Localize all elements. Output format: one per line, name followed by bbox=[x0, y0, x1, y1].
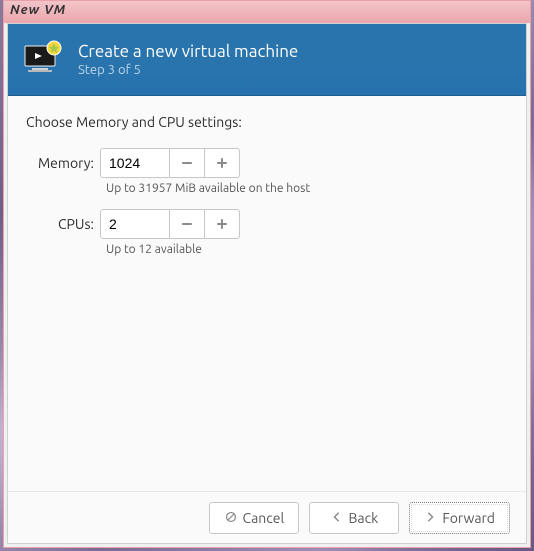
wizard-header: Create a new virtual machine Step 3 of 5 bbox=[8, 24, 526, 96]
section-title: Choose Memory and CPU settings: bbox=[26, 114, 508, 130]
back-label: Back bbox=[349, 510, 379, 526]
cpus-stepper bbox=[170, 209, 240, 239]
memory-label: Memory: bbox=[26, 155, 100, 171]
monitor-new-icon bbox=[22, 40, 64, 80]
forward-button[interactable]: Forward bbox=[409, 502, 510, 534]
cancel-icon bbox=[225, 510, 237, 526]
cancel-button[interactable]: Cancel bbox=[209, 502, 299, 534]
wizard-body: Create a new virtual machine Step 3 of 5… bbox=[7, 23, 527, 544]
memory-hint: Up to 31957 MiB available on the host bbox=[106, 182, 508, 195]
cancel-label: Cancel bbox=[243, 510, 285, 526]
memory-stepper bbox=[170, 148, 240, 178]
wizard-footer: Cancel Back Forward bbox=[8, 491, 526, 543]
memory-input[interactable] bbox=[100, 148, 170, 178]
cpus-input[interactable] bbox=[100, 209, 170, 239]
wizard-title: Create a new virtual machine bbox=[78, 42, 298, 61]
memory-increment-button[interactable] bbox=[204, 148, 240, 178]
cpus-label: CPUs: bbox=[26, 216, 100, 232]
cpus-decrement-button[interactable] bbox=[169, 209, 205, 239]
memory-decrement-button[interactable] bbox=[169, 148, 205, 178]
cpus-hint: Up to 12 available bbox=[106, 243, 508, 256]
memory-row: Memory: bbox=[26, 148, 508, 178]
cpus-increment-button[interactable] bbox=[204, 209, 240, 239]
chevron-left-icon bbox=[331, 510, 343, 526]
cpus-row: CPUs: bbox=[26, 209, 508, 239]
back-button[interactable]: Back bbox=[309, 502, 399, 534]
window-title: New VM bbox=[10, 3, 66, 17]
forward-label: Forward bbox=[442, 510, 495, 526]
window-titlebar[interactable]: New VM bbox=[4, 1, 530, 23]
wizard-content: Choose Memory and CPU settings: Memory: … bbox=[8, 96, 526, 491]
vm-wizard-window: New VM Create a new virtual machine Step… bbox=[3, 0, 531, 548]
wizard-step: Step 3 of 5 bbox=[78, 63, 298, 77]
chevron-right-icon bbox=[424, 510, 436, 526]
